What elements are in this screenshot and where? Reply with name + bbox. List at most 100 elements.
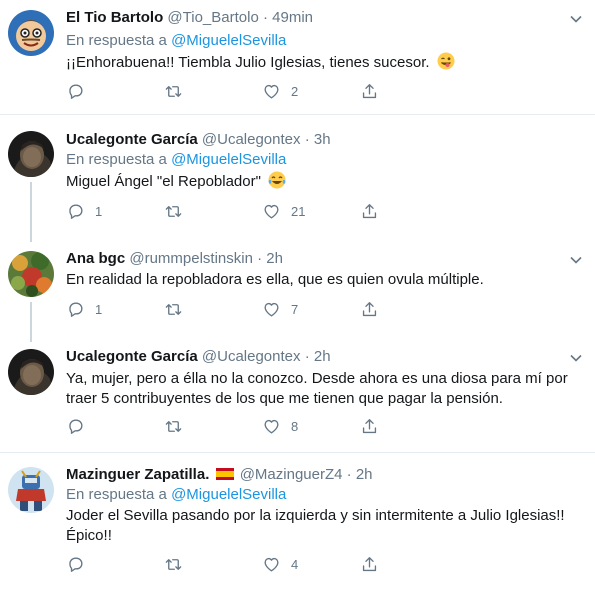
tweet-header: Mazinguer Zapatilla. @MazinguerZ4 · 2h (66, 465, 373, 485)
timestamp[interactable]: 49min (272, 9, 313, 26)
retweet-icon (165, 558, 182, 570)
tweet-text: Ya, mujer, pero a élla no la conozco. De… (66, 370, 568, 407)
user-handle[interactable]: @Ucalegontex (202, 131, 301, 148)
display-name[interactable]: Mazinguer Zapatilla. (66, 466, 209, 483)
reply-button[interactable] (66, 554, 95, 574)
timestamp[interactable]: 2h (266, 250, 283, 267)
display-name[interactable]: Ucalegonte García (66, 131, 198, 148)
avatar[interactable] (8, 131, 54, 177)
heart-icon (264, 419, 279, 434)
timestamp[interactable]: 2h (314, 348, 331, 365)
reply-icon (69, 301, 83, 317)
tears-of-joy-emoji (268, 171, 286, 189)
reply-prefix: En respuesta a (66, 32, 167, 49)
reply-prefix: En respuesta a (66, 151, 167, 168)
heart-icon (264, 204, 279, 219)
user-handle[interactable]: @rummpelstinskin (129, 250, 253, 267)
chevron-down-icon[interactable] (569, 12, 583, 26)
display-name[interactable]: Ucalegonte García (66, 348, 198, 365)
like-button[interactable]: 21 (262, 201, 305, 221)
like-count: 2 (291, 83, 299, 99)
reply-button[interactable] (66, 81, 95, 101)
retweet-icon (165, 420, 182, 432)
like-button[interactable]: 4 (262, 554, 298, 574)
like-button[interactable]: 2 (262, 81, 298, 101)
tweet-text-container: Joder el Sevilla pasando por la izquierd… (66, 506, 581, 546)
separator-dot: · (346, 466, 352, 483)
retweet-icon (165, 303, 182, 315)
reply-count: 1 (95, 203, 103, 219)
retweet-button[interactable] (164, 299, 193, 319)
like-button[interactable]: 7 (262, 299, 298, 319)
reply-context: En respuesta a @MiguelelSevilla (66, 31, 286, 51)
reply-button[interactable]: 1 (66, 299, 102, 319)
reply-mention-link[interactable]: @MiguelelSevilla (171, 151, 286, 168)
share-button[interactable] (360, 81, 379, 101)
like-count: 21 (291, 203, 306, 219)
share-icon (362, 203, 377, 218)
tweet-header: Ucalegonte García @Ucalegontex · 2h (66, 347, 331, 367)
tweet[interactable]: Ucalegonte García @Ucalegontex · 2h Ya, … (0, 336, 595, 452)
share-button[interactable] (360, 201, 379, 221)
reply-count: 1 (95, 301, 103, 317)
tweet[interactable]: Mazinguer Zapatilla. @MazinguerZ4 · 2h E… (0, 453, 595, 591)
avatar[interactable] (8, 10, 54, 56)
share-icon (362, 83, 377, 98)
reply-context: En respuesta a @MiguelelSevilla (66, 150, 286, 170)
tweet-header: Ana bgc @rummpelstinskin · 2h (66, 249, 283, 269)
tweet[interactable]: Ana bgc @rummpelstinskin · 2h En realida… (0, 236, 595, 336)
tweet-text: ¡¡Enhorabuena!! Tiembla Julio Iglesias, … (66, 54, 430, 71)
reply-icon (69, 83, 83, 99)
like-count: 8 (291, 418, 299, 434)
share-icon (362, 556, 377, 571)
reply-context: En respuesta a @MiguelelSevilla (66, 485, 286, 505)
display-name[interactable]: Ana bgc (66, 250, 125, 267)
tweet-actions: 2 (66, 81, 396, 101)
tweet-text: Miguel Ángel "el Repoblador" (66, 173, 261, 190)
heart-icon (264, 84, 279, 99)
retweet-button[interactable] (164, 81, 193, 101)
chevron-down-icon[interactable] (569, 351, 583, 365)
tweet-header: Ucalegonte García @Ucalegontex · 3h (66, 130, 331, 150)
retweet-button[interactable] (164, 554, 193, 574)
timestamp[interactable]: 3h (314, 131, 331, 148)
user-handle[interactable]: @Ucalegontex (202, 348, 301, 365)
separator-dot: · (257, 250, 263, 267)
like-count: 7 (291, 301, 299, 317)
retweet-button[interactable] (164, 416, 193, 436)
reply-icon (69, 203, 83, 219)
reply-prefix: En respuesta a (66, 486, 167, 503)
avatar[interactable] (8, 349, 54, 395)
chevron-down-icon[interactable] (569, 253, 583, 267)
retweet-button[interactable] (164, 201, 193, 221)
reply-button[interactable]: 1 (66, 201, 102, 221)
tweet[interactable]: Ucalegonte García @Ucalegontex · 3h En r… (0, 115, 595, 234)
separator-dot: · (304, 131, 310, 148)
share-button[interactable] (360, 416, 379, 436)
reply-mention-link[interactable]: @MiguelelSevilla (171, 32, 286, 49)
separator-dot: · (304, 348, 310, 365)
reply-icon (69, 556, 83, 572)
tweet-text-container: Miguel Ángel "el Repoblador" (66, 171, 573, 192)
reply-mention-link[interactable]: @MiguelelSevilla (171, 486, 286, 503)
tweet-actions: 8 (66, 416, 396, 436)
retweet-icon (165, 205, 182, 217)
avatar[interactable] (8, 251, 54, 297)
retweet-icon (165, 85, 182, 97)
spain-flag-icon (215, 468, 234, 480)
share-button[interactable] (360, 299, 379, 319)
like-button[interactable]: 8 (262, 416, 298, 436)
avatar[interactable] (8, 467, 54, 513)
display-name[interactable]: El Tio Bartolo (66, 9, 163, 26)
user-handle[interactable]: @Tio_Bartolo (167, 9, 258, 26)
winking-tongue-emoji (437, 52, 455, 70)
tweet-text-container: ¡¡Enhorabuena!! Tiembla Julio Iglesias, … (66, 52, 573, 73)
share-icon (362, 418, 377, 433)
heart-icon (264, 557, 279, 572)
timestamp[interactable]: 2h (356, 466, 373, 483)
tweet-actions: 1 7 (66, 299, 396, 319)
reply-button[interactable] (66, 416, 95, 436)
tweet[interactable]: El Tio Bartolo @Tio_Bartolo · 49min En r… (0, 0, 595, 114)
user-handle[interactable]: @MazinguerZ4 (240, 466, 343, 483)
share-button[interactable] (360, 554, 379, 574)
